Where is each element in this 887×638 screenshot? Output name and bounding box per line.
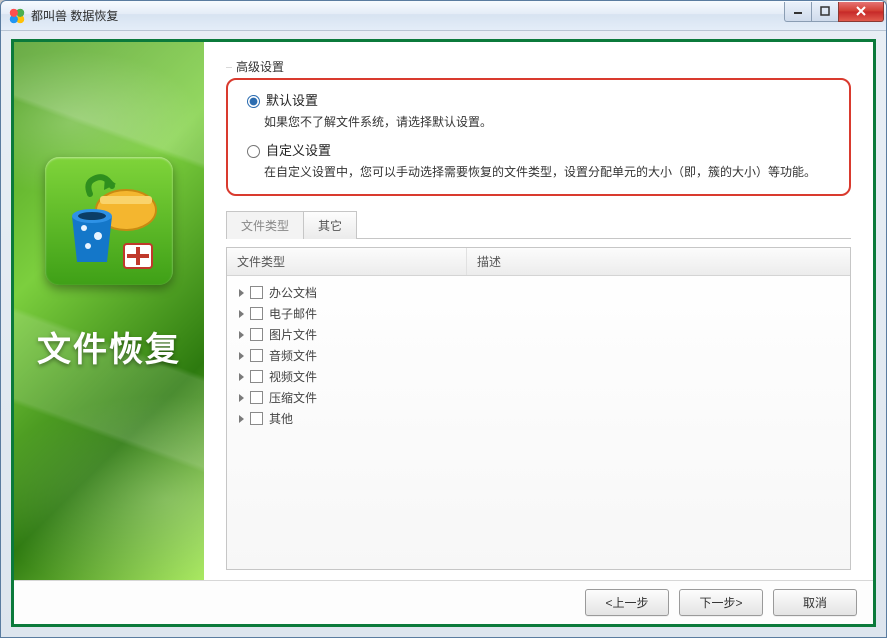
list-item[interactable]: 视频文件 bbox=[235, 366, 842, 387]
sidebar-app-icon bbox=[45, 157, 173, 285]
list-body[interactable]: 办公文档 电子邮件 图片文件 bbox=[227, 276, 850, 569]
window-title: 都叫兽 数据恢复 bbox=[31, 7, 785, 24]
window-controls bbox=[785, 2, 884, 22]
minimize-icon bbox=[793, 6, 803, 16]
checkbox[interactable] bbox=[250, 349, 263, 362]
checkbox[interactable] bbox=[250, 286, 263, 299]
minimize-button[interactable] bbox=[784, 2, 812, 22]
radio-default-desc: 如果您不了解文件系统，请选择默认设置。 bbox=[264, 113, 835, 132]
checkbox[interactable] bbox=[250, 391, 263, 404]
settings-radio-group: 默认设置 如果您不了解文件系统，请选择默认设置。 自定义设置 在自定义设置中，您… bbox=[226, 78, 851, 196]
radio-default-input[interactable] bbox=[247, 95, 260, 108]
sidebar-title: 文件恢复 bbox=[14, 322, 204, 371]
tab-other[interactable]: 其它 bbox=[303, 211, 357, 239]
list-item-label: 图片文件 bbox=[269, 326, 317, 343]
expand-caret-icon[interactable] bbox=[239, 373, 244, 381]
list-item-label: 电子邮件 bbox=[269, 305, 317, 322]
app-window: 都叫兽 数据恢复 bbox=[0, 0, 887, 638]
radio-custom-label: 自定义设置 bbox=[266, 140, 331, 159]
checkbox[interactable] bbox=[250, 370, 263, 383]
checkbox[interactable] bbox=[250, 328, 263, 341]
list-item[interactable]: 压缩文件 bbox=[235, 387, 842, 408]
maximize-button[interactable] bbox=[811, 2, 839, 22]
list-item-label: 办公文档 bbox=[269, 284, 317, 301]
expand-caret-icon[interactable] bbox=[239, 394, 244, 402]
list-item-label: 其他 bbox=[269, 410, 293, 427]
col-header-type[interactable]: 文件类型 bbox=[227, 248, 467, 275]
expand-caret-icon[interactable] bbox=[239, 415, 244, 423]
expand-caret-icon[interactable] bbox=[239, 352, 244, 360]
cancel-button[interactable]: 取消 bbox=[773, 589, 857, 616]
list-item[interactable]: 其他 bbox=[235, 408, 842, 429]
main-area: 文件恢复 高级设置 默认设置 如果您不了解文件系统，请选择默认设置。 自定义设置… bbox=[14, 42, 873, 580]
expand-caret-icon[interactable] bbox=[239, 331, 244, 339]
list-item-label: 音频文件 bbox=[269, 347, 317, 364]
list-item[interactable]: 电子邮件 bbox=[235, 303, 842, 324]
radio-custom-input[interactable] bbox=[247, 145, 260, 158]
expand-caret-icon[interactable] bbox=[239, 310, 244, 318]
list-item[interactable]: 音频文件 bbox=[235, 345, 842, 366]
client-area: 文件恢复 高级设置 默认设置 如果您不了解文件系统，请选择默认设置。 自定义设置… bbox=[11, 39, 876, 627]
radio-default-label: 默认设置 bbox=[266, 90, 318, 109]
checkbox[interactable] bbox=[250, 412, 263, 425]
group-label: 高级设置 bbox=[232, 58, 851, 75]
app-icon bbox=[9, 8, 25, 24]
next-button[interactable]: 下一步> bbox=[679, 589, 763, 616]
expand-caret-icon[interactable] bbox=[239, 289, 244, 297]
content-panel: 高级设置 默认设置 如果您不了解文件系统，请选择默认设置。 自定义设置 在自定义… bbox=[204, 42, 873, 580]
tab-file-types[interactable]: 文件类型 bbox=[226, 211, 304, 239]
back-button[interactable]: <上一步 bbox=[585, 589, 669, 616]
file-type-list: 文件类型 描述 办公文档 电子邮件 bbox=[226, 247, 851, 570]
col-header-desc[interactable]: 描述 bbox=[467, 248, 850, 275]
list-item[interactable]: 办公文档 bbox=[235, 282, 842, 303]
maximize-icon bbox=[820, 6, 830, 16]
close-button[interactable] bbox=[838, 2, 884, 22]
list-item[interactable]: 图片文件 bbox=[235, 324, 842, 345]
footer: <上一步 下一步> 取消 bbox=[14, 580, 873, 624]
checkbox[interactable] bbox=[250, 307, 263, 320]
sidebar: 文件恢复 bbox=[14, 42, 204, 580]
list-item-label: 压缩文件 bbox=[269, 389, 317, 406]
list-item-label: 视频文件 bbox=[269, 368, 317, 385]
tab-bar: 文件类型 其它 bbox=[226, 210, 851, 239]
titlebar[interactable]: 都叫兽 数据恢复 bbox=[1, 1, 886, 31]
radio-custom-desc: 在自定义设置中，您可以手动选择需要恢复的文件类型，设置分配单元的大小（即，簇的大… bbox=[264, 163, 835, 182]
close-icon bbox=[855, 5, 867, 17]
radio-option-custom[interactable]: 自定义设置 bbox=[242, 140, 835, 159]
radio-option-default[interactable]: 默认设置 bbox=[242, 90, 835, 109]
file-recovery-icon bbox=[54, 166, 164, 276]
list-header: 文件类型 描述 bbox=[227, 248, 850, 276]
